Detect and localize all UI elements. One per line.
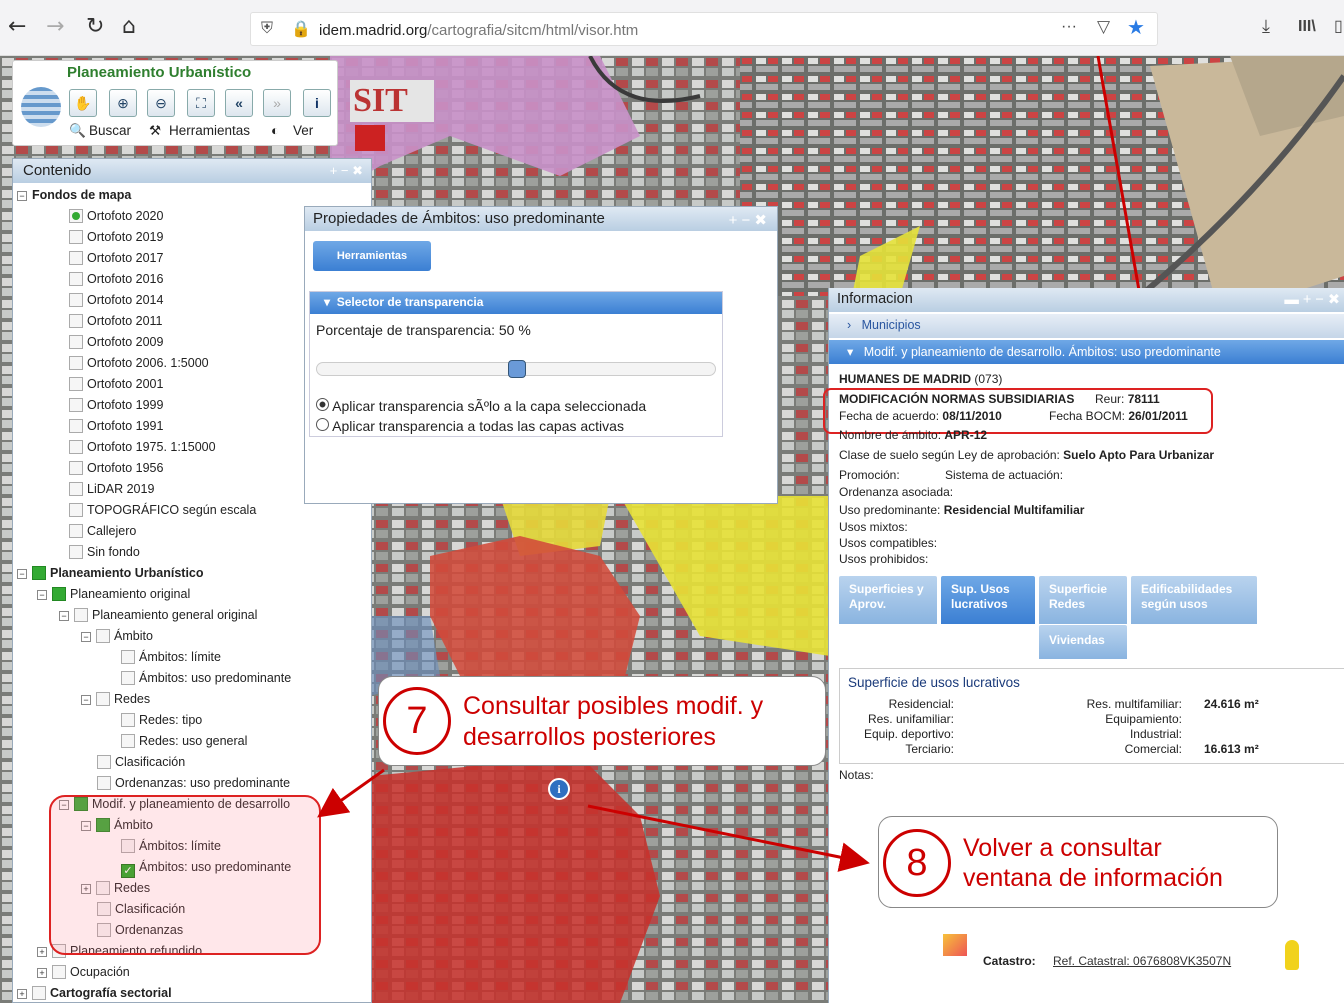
arrow-8 bbox=[587, 804, 870, 872]
annotation-arrows bbox=[317, 768, 870, 872]
arrow-7 bbox=[317, 768, 385, 818]
